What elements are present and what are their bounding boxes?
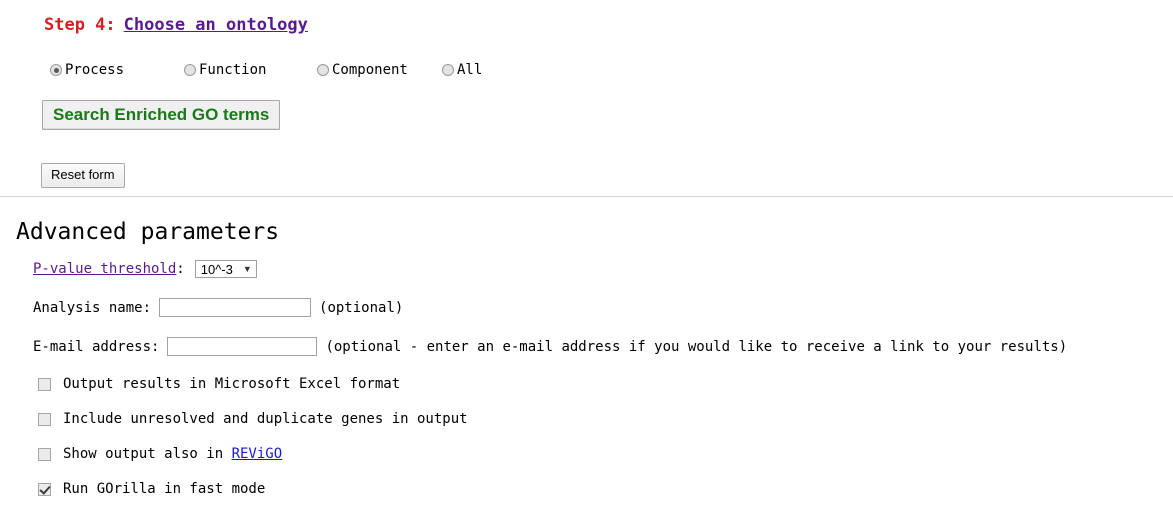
pvalue-threshold-link[interactable]: P-value threshold	[33, 261, 176, 277]
email-address-label: E-mail address:	[33, 338, 160, 355]
checkbox-fast-mode-label: Run GOrilla in fast mode	[63, 481, 266, 497]
search-enriched-go-terms-button[interactable]: Search Enriched GO terms	[42, 100, 281, 130]
radio-function-label: Function	[199, 62, 267, 78]
checkbox-show-in-revigo-label: Show output also in REViGO	[63, 446, 282, 462]
checkbox-row-show-in-revigo[interactable]: Show output also in REViGO	[38, 446, 282, 462]
analysis-name-label: Analysis name:	[33, 299, 152, 316]
radio-process-label: Process	[65, 62, 125, 78]
checkbox-row-excel-output[interactable]: Output results in Microsoft Excel format	[38, 376, 400, 392]
radio-all-dot[interactable]	[442, 64, 454, 76]
step-number-label: Step 4:	[44, 15, 116, 35]
advanced-parameters-title: Advanced parameters	[16, 219, 280, 245]
checkbox-include-duplicates-label: Include unresolved and duplicate genes i…	[63, 411, 468, 427]
checkbox-show-in-revigo[interactable]	[38, 447, 51, 461]
checkbox-excel-output[interactable]	[38, 377, 51, 391]
analysis-name-row: Analysis name: (optional)	[33, 298, 403, 317]
analysis-name-input[interactable]	[159, 298, 312, 317]
checkbox-excel-output-label: Output results in Microsoft Excel format	[63, 376, 401, 392]
pvalue-colon: :	[176, 261, 185, 277]
checkbox-row-fast-mode[interactable]: Run GOrilla in fast mode	[38, 481, 265, 497]
checkbox-show-in-revigo-prefix: Show output also in	[63, 446, 232, 462]
radio-option-component[interactable]: Component	[317, 62, 408, 78]
email-address-row: E-mail address: (optional - enter an e-m…	[33, 337, 1067, 356]
radio-all-label: All	[457, 62, 483, 78]
radio-process-dot[interactable]	[50, 64, 62, 76]
analysis-name-hint: (optional)	[319, 299, 404, 316]
email-address-hint: (optional - enter an e-mail address if y…	[325, 338, 1068, 355]
radio-option-function[interactable]: Function	[184, 62, 266, 78]
choose-ontology-link[interactable]: Choose an ontology	[124, 15, 308, 35]
chevron-down-icon: ▼	[242, 263, 252, 274]
radio-component-dot[interactable]	[317, 64, 329, 76]
pvalue-threshold-select[interactable]: 10^-3 ▼	[194, 260, 257, 278]
ontology-radio-group: Process Function Component All	[50, 62, 1150, 82]
radio-option-all[interactable]: All	[442, 62, 482, 78]
radio-function-dot[interactable]	[184, 64, 196, 76]
reset-form-button[interactable]: Reset form	[41, 163, 125, 188]
step-heading: Step 4: Choose an ontology	[44, 15, 308, 35]
pvalue-threshold-row: P-value threshold: 10^-3 ▼	[33, 260, 257, 278]
section-divider	[0, 196, 1173, 198]
checkbox-include-duplicates[interactable]	[38, 412, 51, 426]
checkbox-row-include-duplicates[interactable]: Include unresolved and duplicate genes i…	[38, 411, 468, 427]
radio-component-label: Component	[332, 62, 408, 78]
email-address-input[interactable]	[167, 337, 318, 356]
revigo-link[interactable]: REViGO	[232, 446, 283, 462]
radio-option-process[interactable]: Process	[50, 62, 124, 78]
checkbox-fast-mode[interactable]	[38, 482, 51, 496]
pvalue-selected-value: 10^-3	[200, 261, 233, 277]
